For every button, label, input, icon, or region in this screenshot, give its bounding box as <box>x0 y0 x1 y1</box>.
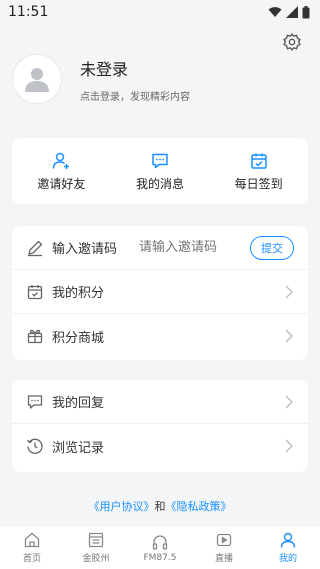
points-icon <box>27 284 43 299</box>
avatar[interactable] <box>12 54 62 104</box>
login-title[interactable]: 未登录 <box>80 56 190 80</box>
quick-actions-card: 邀请好友 我的消息 每日签到 <box>12 138 308 204</box>
quick-action-label: 我的消息 <box>136 176 185 191</box>
tab-home[interactable]: 首页 <box>0 526 64 569</box>
quick-action-label: 邀请好友 <box>37 176 86 191</box>
daily-checkin-button[interactable]: 每日签到 <box>209 138 308 204</box>
bottom-tab-bar: 首页 金胶州 FM87.5 直播 我的 <box>0 525 320 569</box>
my-points-label: 我的积分 <box>52 286 105 301</box>
chevron-right-icon <box>285 395 293 408</box>
profile-icon <box>280 532 296 548</box>
points-mall-row[interactable]: 积分商城 <box>12 314 308 358</box>
live-icon <box>216 533 232 547</box>
my-replies-row[interactable]: 我的回复 <box>12 380 308 424</box>
chevron-right-icon <box>285 285 293 298</box>
tab-live[interactable]: 直播 <box>192 526 256 569</box>
status-icons <box>268 5 310 19</box>
my-points-row[interactable]: 我的积分 <box>12 270 308 314</box>
my-replies-label: 我的回复 <box>52 396 105 411</box>
activity-list-card: 我的回复 浏览记录 <box>12 380 308 472</box>
login-subtitle: 点击登录，发现精彩内容 <box>80 91 190 103</box>
tab-fm[interactable]: FM87.5 <box>128 526 192 569</box>
headphones-icon <box>152 534 168 550</box>
news-icon <box>88 532 104 548</box>
status-bar: 11:51 <box>0 0 320 24</box>
chevron-right-icon <box>285 329 293 343</box>
tab-jinjiaozhou[interactable]: 金胶州 <box>64 526 128 569</box>
privacy-policy-link[interactable]: 《隐私政策》 <box>166 500 232 513</box>
agreement-line: 《用户协议》和《隐私政策》 <box>0 498 320 514</box>
invite-code-row: 输入邀请码 提交 <box>12 226 308 270</box>
my-messages-button[interactable]: 我的消息 <box>111 138 210 204</box>
invite-code-label: 输入邀请码 <box>52 242 118 257</box>
tab-label: 首页 <box>22 554 41 564</box>
points-mall-label: 积分商城 <box>52 330 105 346</box>
avatar-placeholder-icon <box>25 68 49 92</box>
user-agreement-link[interactable]: 《用户协议》 <box>89 500 155 513</box>
gift-icon <box>27 329 43 344</box>
calendar-check-icon <box>250 153 267 169</box>
tab-label: 金胶州 <box>82 554 110 564</box>
account-list-card: 输入邀请码 提交 我的积分 积分商城 <box>12 226 308 360</box>
battery-icon <box>302 5 310 18</box>
agreement-and: 和 <box>154 500 166 513</box>
login-profile[interactable]: 未登录 点击登录，发现精彩内容 <box>12 48 308 110</box>
message-icon <box>152 153 168 168</box>
invite-friends-button[interactable]: 邀请好友 <box>12 138 111 204</box>
status-time: 11:51 <box>8 4 49 20</box>
tab-label: 我的 <box>278 554 297 564</box>
browse-history-label: 浏览记录 <box>52 440 105 456</box>
browse-history-row[interactable]: 浏览记录 <box>12 424 308 468</box>
invite-user-icon <box>53 152 70 169</box>
home-icon <box>24 532 40 548</box>
reply-icon <box>27 394 43 409</box>
tab-label: FM87.5 <box>143 552 177 563</box>
edit-pencil-icon <box>28 240 43 256</box>
history-icon <box>26 438 43 454</box>
chevron-right-icon <box>285 439 293 453</box>
tab-mine[interactable]: 我的 <box>256 526 320 569</box>
invite-code-input[interactable] <box>139 240 250 255</box>
signal-icon <box>286 6 298 18</box>
tab-label: 直播 <box>214 554 233 564</box>
quick-action-label: 每日签到 <box>234 176 283 191</box>
wifi-icon <box>268 7 282 17</box>
submit-button[interactable]: 提交 <box>250 235 294 260</box>
